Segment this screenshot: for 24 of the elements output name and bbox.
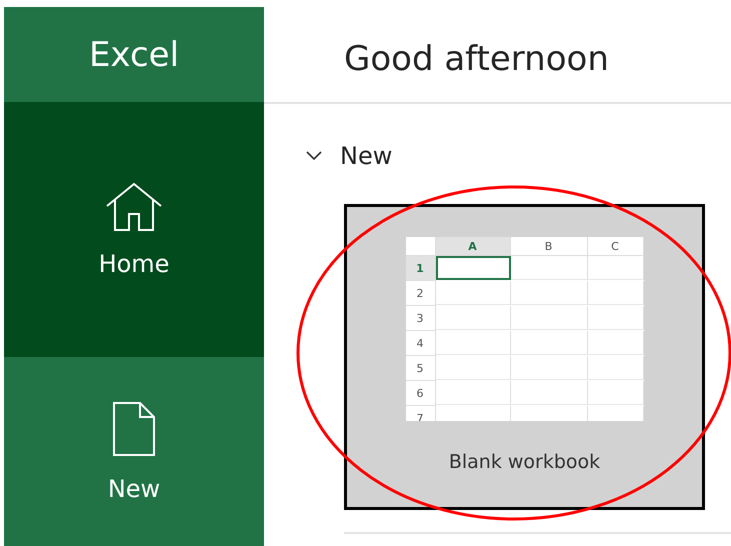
- column-header: B: [510, 237, 588, 256]
- grid-cell: [588, 281, 644, 305]
- nav-item[interactable]: New: [4, 357, 264, 546]
- home-icon: [105, 182, 163, 232]
- grid-cell: [588, 256, 644, 280]
- document-icon: [112, 400, 156, 457]
- grid-cell: [588, 381, 644, 405]
- greeting-heading: Good afternoon: [264, 7, 731, 104]
- row-header: 6: [406, 381, 436, 406]
- column-header: A: [436, 237, 510, 256]
- grid-cell: [588, 331, 644, 355]
- app-name: Excel: [4, 7, 264, 102]
- nav-item[interactable]: Home: [4, 102, 264, 358]
- row-header: 4: [406, 331, 436, 356]
- chevron-icon[interactable]: [306, 151, 322, 161]
- row-header: 1: [406, 256, 436, 281]
- row-header: 2: [406, 281, 436, 306]
- template-label: Blank workbook: [448, 451, 600, 473]
- grid-cell: [588, 356, 644, 380]
- section-title: New: [340, 142, 392, 170]
- column-header: C: [588, 237, 644, 256]
- grid-cell: [588, 306, 644, 330]
- row-header: 5: [406, 356, 436, 381]
- row-header: 3: [406, 306, 436, 331]
